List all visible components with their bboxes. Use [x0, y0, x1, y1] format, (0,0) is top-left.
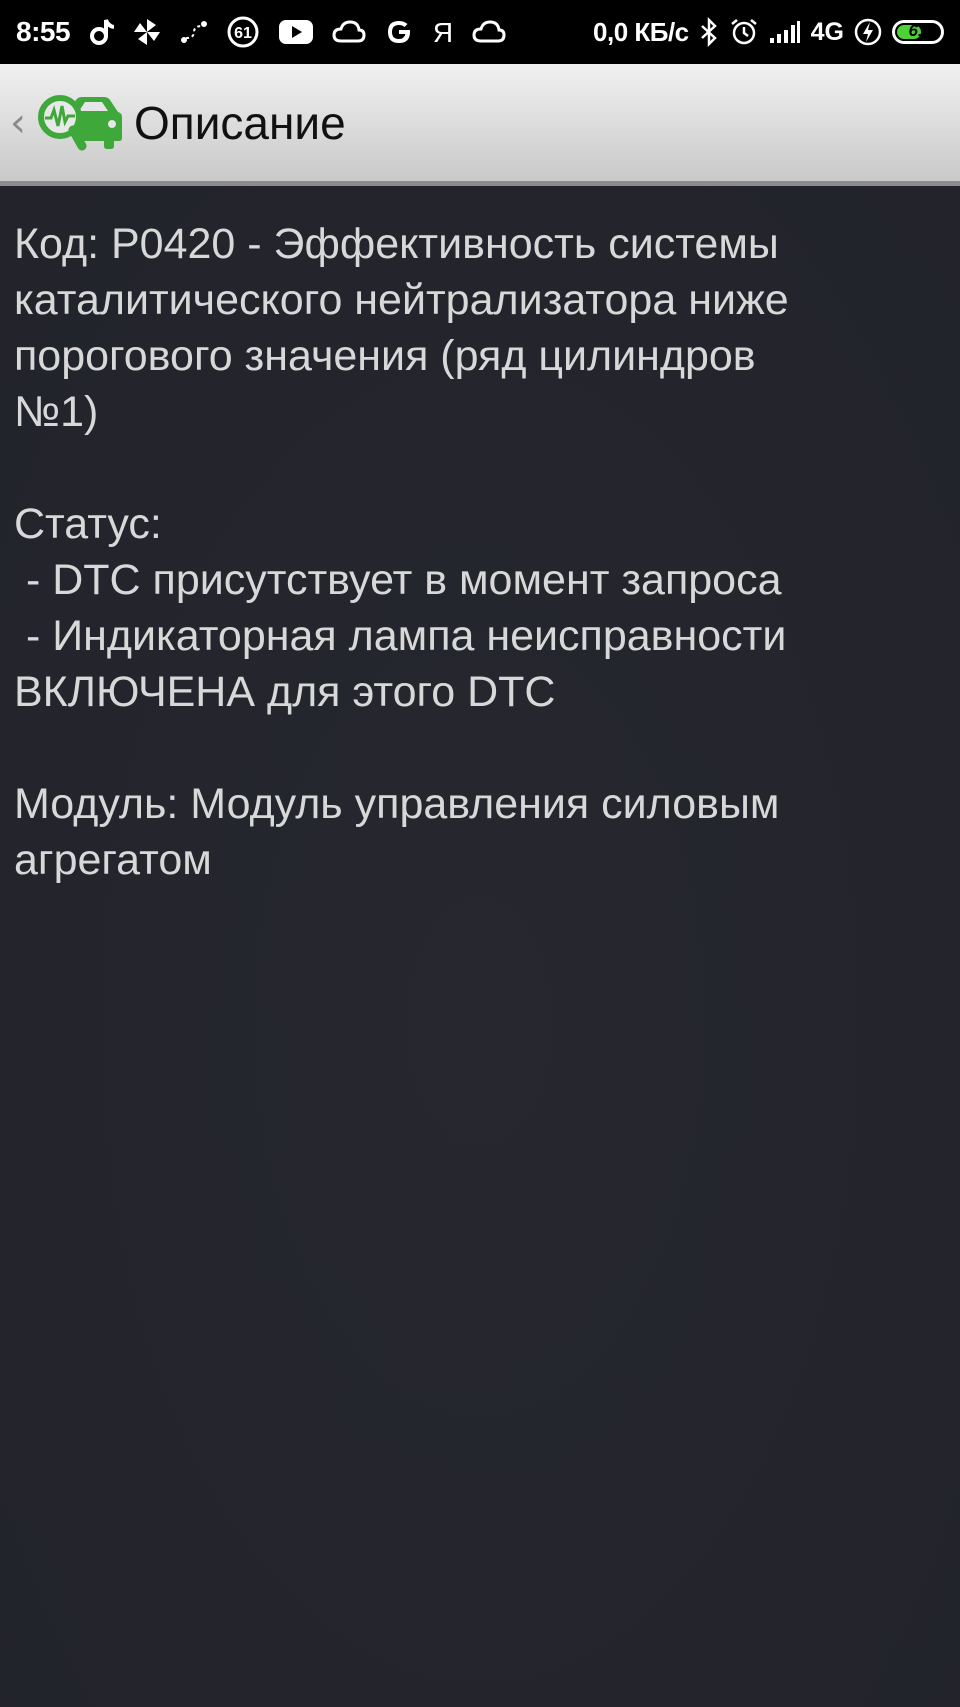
svg-text:Я: Я	[433, 17, 453, 47]
pinwheel-icon	[132, 17, 162, 47]
badge-count: 61	[234, 25, 252, 42]
status-bar-left: 8:55 61 Я	[16, 15, 506, 49]
status-time: 8:55	[16, 16, 71, 47]
battery-icon: 61	[892, 20, 944, 44]
description-line	[14, 440, 946, 496]
badge-icon: 61	[226, 15, 260, 49]
description-text: Код: P0420 - Эффективность системы катали…	[14, 216, 946, 888]
description-line	[14, 720, 946, 776]
description-line: агрегатом	[14, 836, 212, 884]
status-bar: 8:55 61 Я 0,0 КБ/с 4G 61	[0, 0, 960, 64]
network-speed: 0,0 КБ/с	[593, 16, 689, 47]
status-bar-right: 0,0 КБ/с 4G 61	[593, 17, 944, 48]
back-chevron-icon[interactable]: ‹	[10, 103, 34, 143]
cloud-icon	[472, 20, 506, 44]
alarm-icon	[729, 17, 759, 47]
bluetooth-icon	[699, 17, 719, 47]
page-title: Описание	[134, 96, 346, 149]
description-line: Код: P0420 - Эффективность системы	[14, 220, 779, 268]
description-line: каталитического нейтрализатора ниже	[14, 276, 789, 324]
description-line: №1)	[14, 388, 99, 436]
description-line: - DTC присутствует в момент запроса	[14, 556, 782, 604]
cloud-icon	[332, 20, 366, 44]
description-line: Статус:	[14, 500, 162, 548]
description-panel: Код: P0420 - Эффективность системы катали…	[0, 186, 960, 1707]
yandex-icon: Я	[432, 17, 454, 47]
description-line: - Индикаторная лампа неисправности	[14, 612, 787, 660]
tiktok-icon	[88, 18, 115, 46]
description-line: порогового значения (ряд цилиндров	[14, 332, 756, 380]
description-line: Модуль: Модуль управления силовым	[14, 780, 780, 828]
charging-icon	[854, 17, 882, 47]
signal-icon	[769, 20, 801, 44]
network-type: 4G	[810, 17, 844, 46]
app-bar: ‹ Описание	[0, 64, 960, 186]
car-diagnostics-logo-icon[interactable]	[32, 88, 124, 158]
youtube-icon	[278, 19, 314, 45]
description-line: ВКЛЮЧЕНА для этого DTC	[14, 668, 556, 716]
google-icon	[384, 17, 414, 47]
battery-level: 61	[908, 21, 928, 40]
route-icon	[180, 20, 208, 44]
